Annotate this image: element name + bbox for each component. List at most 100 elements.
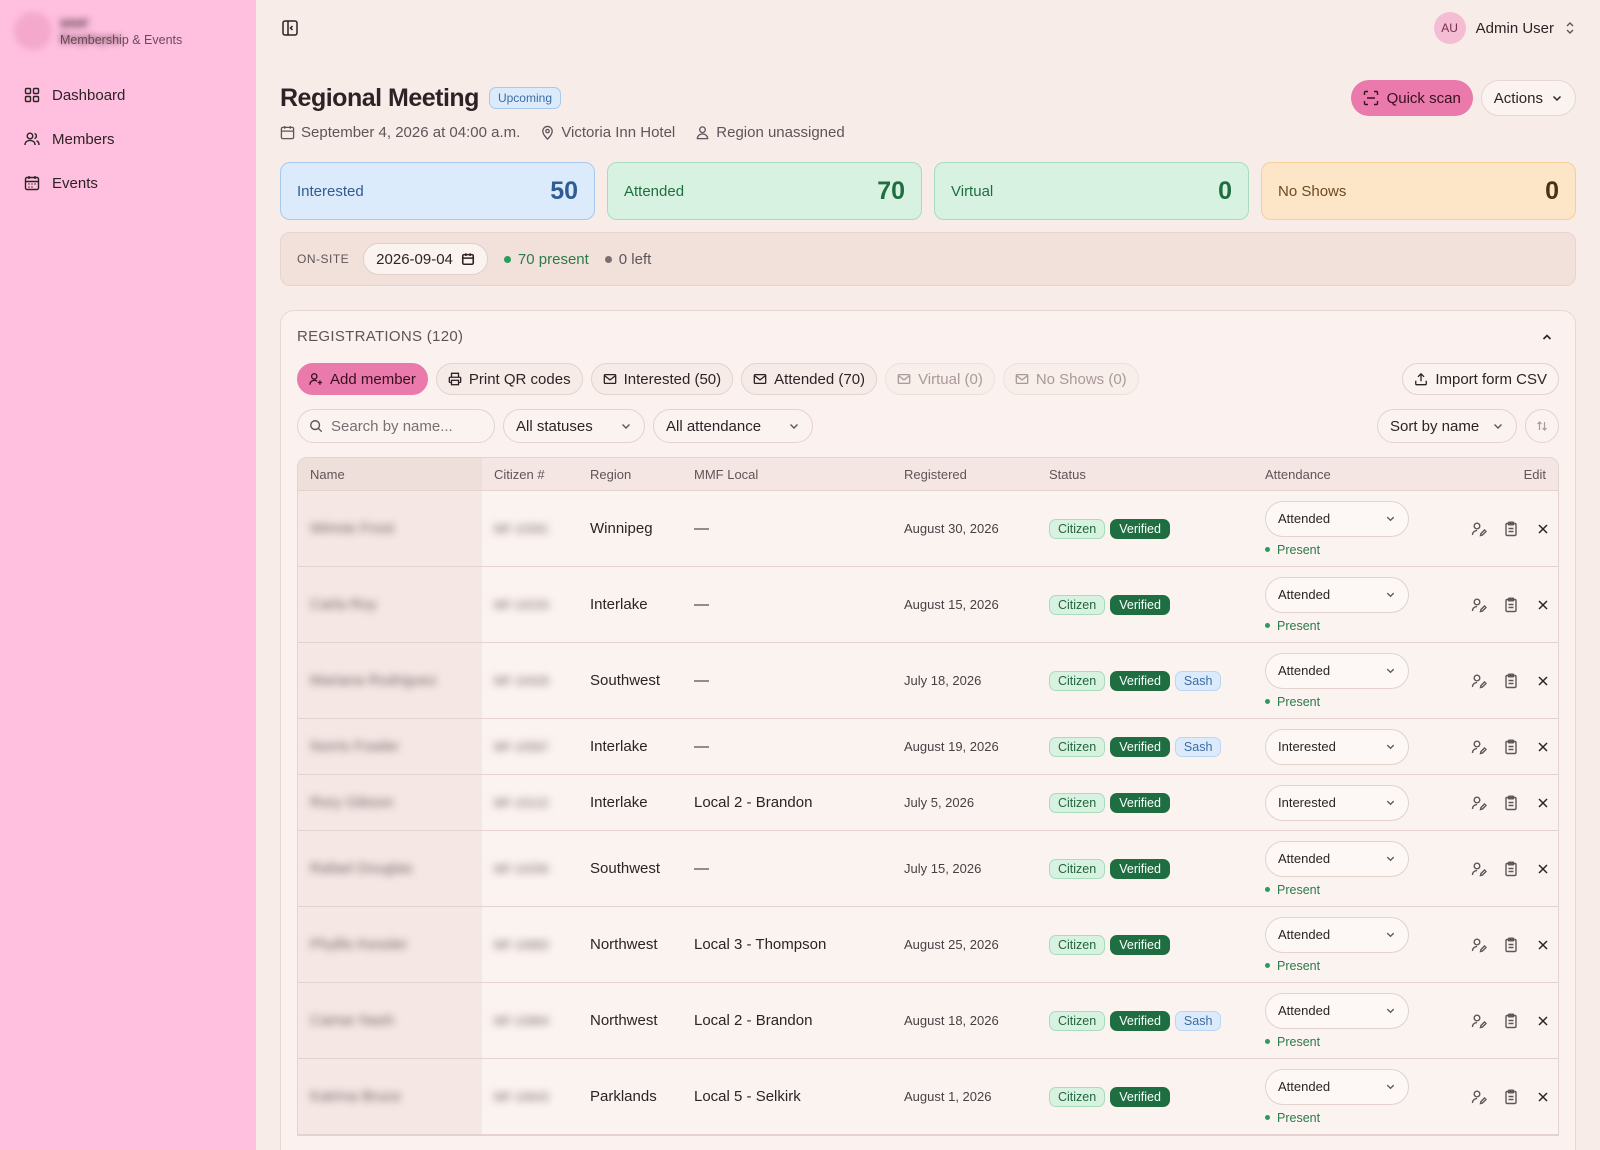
clipboard-icon[interactable] <box>1503 521 1519 537</box>
sort-direction-button[interactable] <box>1525 409 1559 443</box>
member-name[interactable]: Rafael Douglas <box>310 860 413 877</box>
citizen-number: MF-10233 <box>494 598 549 612</box>
sidebar: MMF Employee Membership & Events Dashboa… <box>0 0 256 1150</box>
user-edit-icon[interactable] <box>1471 1089 1487 1105</box>
clipboard-icon[interactable] <box>1503 673 1519 689</box>
user-edit-icon[interactable] <box>1471 861 1487 877</box>
attendance-select[interactable]: Interested <box>1265 784 1409 821</box>
actions-button[interactable]: Actions <box>1480 80 1576 116</box>
table-row[interactable]: Camar Nash MF-10964 Northwest Local 2 - Bra… <box>298 983 1558 1059</box>
attendance-select[interactable]: Attended <box>1265 1068 1409 1105</box>
attendance-select[interactable]: Interested <box>1265 728 1409 765</box>
member-name[interactable]: Camar Nash <box>310 1012 394 1029</box>
table-row[interactable]: Rory Gibson MF-10122 Interlake Local 2 - Br… <box>298 775 1558 831</box>
clipboard-icon[interactable] <box>1503 937 1519 953</box>
email-attended-button[interactable]: Attended (70) <box>741 363 878 395</box>
close-icon[interactable] <box>1535 937 1551 953</box>
member-name[interactable]: Rory Gibson <box>310 794 393 811</box>
attendance-select[interactable]: Attended <box>1265 916 1409 953</box>
search-input[interactable] <box>331 417 481 435</box>
clipboard-icon[interactable] <box>1503 861 1519 877</box>
close-icon[interactable] <box>1535 795 1551 811</box>
user-edit-icon[interactable] <box>1471 795 1487 811</box>
member-name[interactable]: Katrina Bruce <box>310 1088 401 1105</box>
member-name[interactable]: Winnie Frost <box>310 520 394 537</box>
column-header-local[interactable]: MMF Local <box>682 467 892 482</box>
table-row[interactable]: Katrina Bruce MF-10643 Parklands Local 5 - … <box>298 1059 1558 1135</box>
status-filter-value: All statuses <box>516 417 593 435</box>
user-plus-icon <box>309 373 323 385</box>
user-menu[interactable]: AU Admin User <box>1433 12 1576 44</box>
column-header-registered[interactable]: Registered <box>892 467 1037 482</box>
user-edit-icon[interactable] <box>1471 739 1487 755</box>
stat-card-no-shows[interactable]: No Shows 0 <box>1261 162 1576 220</box>
stat-card-interested[interactable]: Interested 50 <box>280 162 595 220</box>
attendance-select[interactable]: Attended <box>1265 840 1409 877</box>
column-header-citizen[interactable]: Citizen # <box>482 467 578 482</box>
user-edit-icon[interactable] <box>1471 1013 1487 1029</box>
close-icon[interactable] <box>1535 739 1551 755</box>
stat-value: 0 <box>1545 176 1559 205</box>
user-edit-icon[interactable] <box>1471 673 1487 689</box>
table-row[interactable]: Mariana Rodriguez MF-10428 Southwest — July … <box>298 643 1558 719</box>
table-row[interactable]: Phyllis Kessler MF-10883 Northwest Local 3 … <box>298 907 1558 983</box>
user-edit-icon[interactable] <box>1471 937 1487 953</box>
member-name[interactable]: Carla Roy <box>310 596 377 613</box>
member-name[interactable]: Mariana Rodriguez <box>310 672 437 689</box>
clipboard-icon[interactable] <box>1503 1089 1519 1105</box>
close-icon[interactable] <box>1535 521 1551 537</box>
clipboard-icon[interactable] <box>1503 739 1519 755</box>
email-virtual-button[interactable]: Virtual (0) <box>885 363 995 395</box>
column-header-region[interactable]: Region <box>578 467 682 482</box>
table-row[interactable]: Winnie Frost MF-10391 Winnipeg — August 30, … <box>298 491 1558 567</box>
attendance-select[interactable]: Attended <box>1265 992 1409 1029</box>
tag-verified: Verified <box>1110 1010 1170 1031</box>
stat-card-attended[interactable]: Attended 70 <box>607 162 922 220</box>
attendance-select[interactable]: Attended <box>1265 576 1409 613</box>
status-filter[interactable]: All statuses <box>503 409 645 443</box>
onsite-bar: ON-SITE 2026-09-04 70 present 0 left <box>280 232 1576 286</box>
column-header-status[interactable]: Status <box>1037 467 1253 482</box>
table-row[interactable]: Rafael Douglas MF-10256 Southwest — July 15,… <box>298 831 1558 907</box>
tag-verified: Verified <box>1110 518 1170 539</box>
clipboard-icon[interactable] <box>1503 795 1519 811</box>
table-row[interactable]: Norris Fowler MF-10587 Interlake — August 19… <box>298 719 1558 775</box>
member-name[interactable]: Phyllis Kessler <box>310 936 408 953</box>
close-icon[interactable] <box>1535 1089 1551 1105</box>
email-no-shows-button[interactable]: No Shows (0) <box>1002 363 1139 395</box>
user-edit-icon[interactable] <box>1471 521 1487 537</box>
cell-status: Citizen Verified <box>1037 518 1253 539</box>
stat-card-virtual[interactable]: Virtual 0 <box>934 162 1249 220</box>
sidebar-toggle-icon[interactable] <box>280 18 300 38</box>
citizen-number: MF-10587 <box>494 740 549 754</box>
brand[interactable]: MMF Employee Membership & Events <box>14 12 182 50</box>
user-edit-icon[interactable] <box>1471 597 1487 613</box>
column-header-attendance[interactable]: Attendance <box>1253 467 1443 482</box>
event-region: Region unassigned <box>716 123 845 141</box>
attendance-select[interactable]: Attended <box>1265 652 1409 689</box>
quick-scan-button[interactable]: Quick scan <box>1350 80 1473 116</box>
onsite-date-input[interactable]: 2026-09-04 <box>363 243 488 275</box>
column-header-name[interactable]: Name <box>298 458 482 490</box>
sidebar-item-members[interactable]: Members <box>14 122 242 156</box>
chevron-up-icon[interactable] <box>1541 331 1553 343</box>
print-qr-button[interactable]: Print QR codes <box>435 363 583 395</box>
close-icon[interactable] <box>1535 597 1551 613</box>
sidebar-item-dashboard[interactable]: Dashboard <box>14 78 242 112</box>
attendance-select[interactable]: Attended <box>1265 500 1409 537</box>
brand-logo <box>14 12 52 50</box>
email-interested-button[interactable]: Interested (50) <box>590 363 734 395</box>
add-member-button[interactable]: Add member <box>297 363 428 395</box>
sidebar-item-label: Members <box>52 130 115 148</box>
clipboard-icon[interactable] <box>1503 1013 1519 1029</box>
close-icon[interactable] <box>1535 1013 1551 1029</box>
attendance-filter[interactable]: All attendance <box>653 409 813 443</box>
import-csv-button[interactable]: Import form CSV <box>1402 363 1559 395</box>
sidebar-item-events[interactable]: Events <box>14 166 242 200</box>
close-icon[interactable] <box>1535 861 1551 877</box>
member-name[interactable]: Norris Fowler <box>310 738 399 755</box>
close-icon[interactable] <box>1535 673 1551 689</box>
clipboard-icon[interactable] <box>1503 597 1519 613</box>
table-row[interactable]: Carla Roy MF-10233 Interlake — August 15, 20… <box>298 567 1558 643</box>
sort-select[interactable]: Sort by name <box>1377 409 1517 443</box>
